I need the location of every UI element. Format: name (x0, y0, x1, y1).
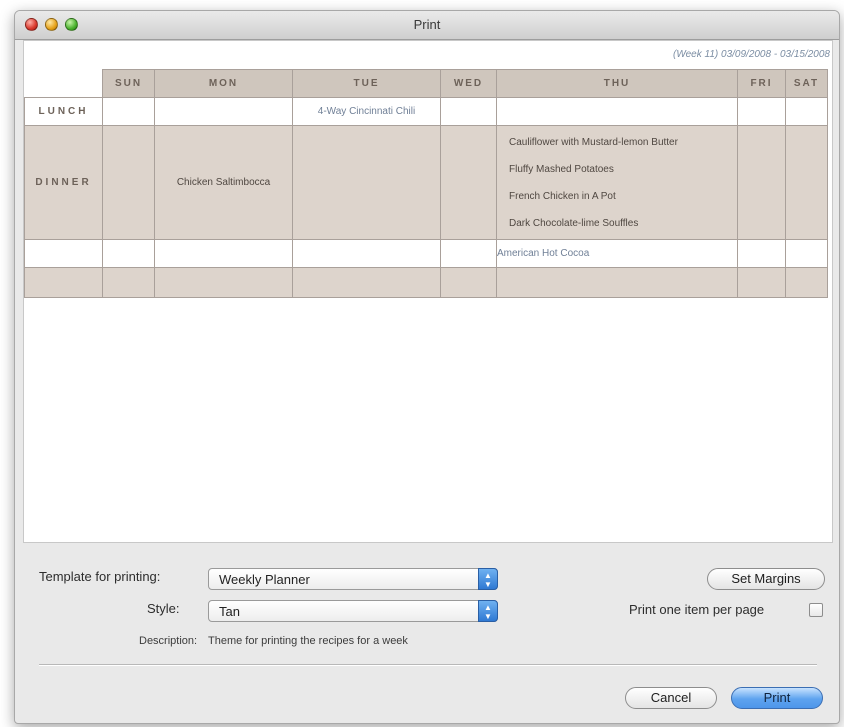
corner-cell (24, 69, 103, 98)
print-preview: (Week 11) 03/09/2008 - 03/15/2008 SUN MO… (23, 40, 833, 543)
title-bar[interactable]: Print (15, 11, 839, 40)
popup-arrows-icon: ▲ ▼ (478, 600, 498, 622)
template-label: Template for printing: (39, 569, 161, 584)
extra-thu-meal: American Hot Cocoa (496, 239, 738, 268)
dinner-label: DINNER (24, 125, 103, 240)
dinner-mon-meal: Chicken Saltimbocca (154, 125, 293, 240)
day-header-row: SUN MON TUE WED THU FRI SAT (24, 69, 828, 98)
one-per-page-checkbox[interactable] (809, 603, 823, 617)
day-header-sat: SAT (785, 69, 828, 98)
description-label: Description: (139, 635, 198, 647)
template-popup[interactable]: Weekly Planner ▲ ▼ (208, 568, 498, 590)
print-options: Template for printing: Weekly Planner ▲ ▼… (15, 542, 839, 722)
day-header-thu: THU (496, 69, 738, 98)
lunch-tue-meal: 4-Way Cincinnati Chili (292, 97, 441, 126)
dinner-thu-meal: Cauliflower with Mustard-lemon Butter (509, 136, 678, 148)
window-title: Print (413, 17, 441, 32)
description-text: Theme for printing the recipes for a wee… (208, 635, 408, 647)
week-range: (Week 11) 03/09/2008 - 03/15/2008 (673, 49, 830, 60)
one-per-page-label: Print one item per page (629, 602, 765, 617)
dinner-thu-meals: Cauliflower with Mustard-lemon Butter Fl… (496, 125, 738, 240)
dinner-thu-meal: Fluffy Mashed Potatoes (509, 163, 614, 175)
day-header-fri: FRI (737, 69, 786, 98)
day-header-tue: TUE (292, 69, 441, 98)
lunch-row: LUNCH 4-Way Cincinnati Chili (24, 97, 828, 126)
dinner-thu-meal: Dark Chocolate-lime Souffles (509, 217, 639, 229)
day-header-wed: WED (440, 69, 497, 98)
day-header-mon: MON (154, 69, 293, 98)
template-value: Weekly Planner (219, 572, 310, 587)
separator (39, 664, 817, 665)
blank-row (24, 267, 828, 298)
weekly-planner-table: SUN MON TUE WED THU FRI SAT LUNCH 4-Way … (24, 69, 828, 298)
day-header-sun: SUN (102, 69, 155, 98)
lunch-label: LUNCH (24, 97, 103, 126)
style-value: Tan (219, 604, 240, 619)
print-button[interactable]: Print (731, 687, 823, 709)
dinner-thu-meal: French Chicken in A Pot (509, 190, 616, 202)
cancel-button[interactable]: Cancel (625, 687, 717, 709)
dinner-row: DINNER Chicken Saltimbocca Cauliflower w… (24, 125, 828, 240)
extra-row: American Hot Cocoa (24, 239, 828, 268)
style-popup[interactable]: Tan ▲ ▼ (208, 600, 498, 622)
set-margins-button[interactable]: Set Margins (707, 568, 825, 590)
print-dialog: Print (Week 11) 03/09/2008 - 03/15/2008 … (14, 10, 840, 724)
popup-arrows-icon: ▲ ▼ (478, 568, 498, 590)
style-label: Style: (147, 601, 180, 616)
